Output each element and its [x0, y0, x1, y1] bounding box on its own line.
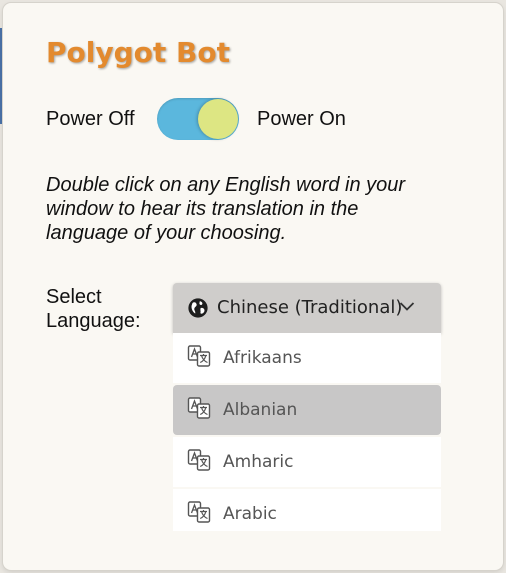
power-toggle[interactable] — [157, 98, 239, 140]
language-option-arabic[interactable]: Arabic — [173, 489, 441, 531]
instructions-text: Double click on any English word in your… — [46, 174, 406, 244]
language-select[interactable]: Chinese (Traditional) — [173, 283, 441, 333]
globe-icon — [188, 298, 208, 318]
chevron-down-icon — [399, 302, 415, 311]
option-label: Albanian — [223, 400, 298, 420]
app-title: Polygot Bot — [46, 36, 230, 69]
power-on-label: Power On — [257, 108, 346, 130]
translate-icon — [187, 345, 211, 367]
toggle-knob — [198, 99, 238, 139]
translate-icon — [187, 449, 211, 471]
language-option-afrikaans[interactable]: Afrikaans — [173, 333, 441, 383]
option-label: Arabic — [223, 504, 277, 524]
select-language-label: Select Language: — [46, 285, 156, 333]
popup-panel: Polygot Bot Power Off Power On Double cl… — [3, 3, 503, 570]
language-option-amharic[interactable]: Amharic — [173, 437, 441, 487]
option-label: Afrikaans — [223, 348, 302, 368]
translate-icon — [187, 397, 211, 419]
language-option-albanian[interactable]: Albanian — [173, 385, 441, 435]
option-label: Amharic — [223, 452, 294, 472]
power-off-label: Power Off — [46, 108, 135, 130]
selected-language: Chinese (Traditional) — [217, 297, 403, 318]
translate-icon — [187, 501, 211, 523]
select-label-line2: Language: — [46, 310, 141, 332]
select-label-line1: Select — [46, 286, 102, 308]
